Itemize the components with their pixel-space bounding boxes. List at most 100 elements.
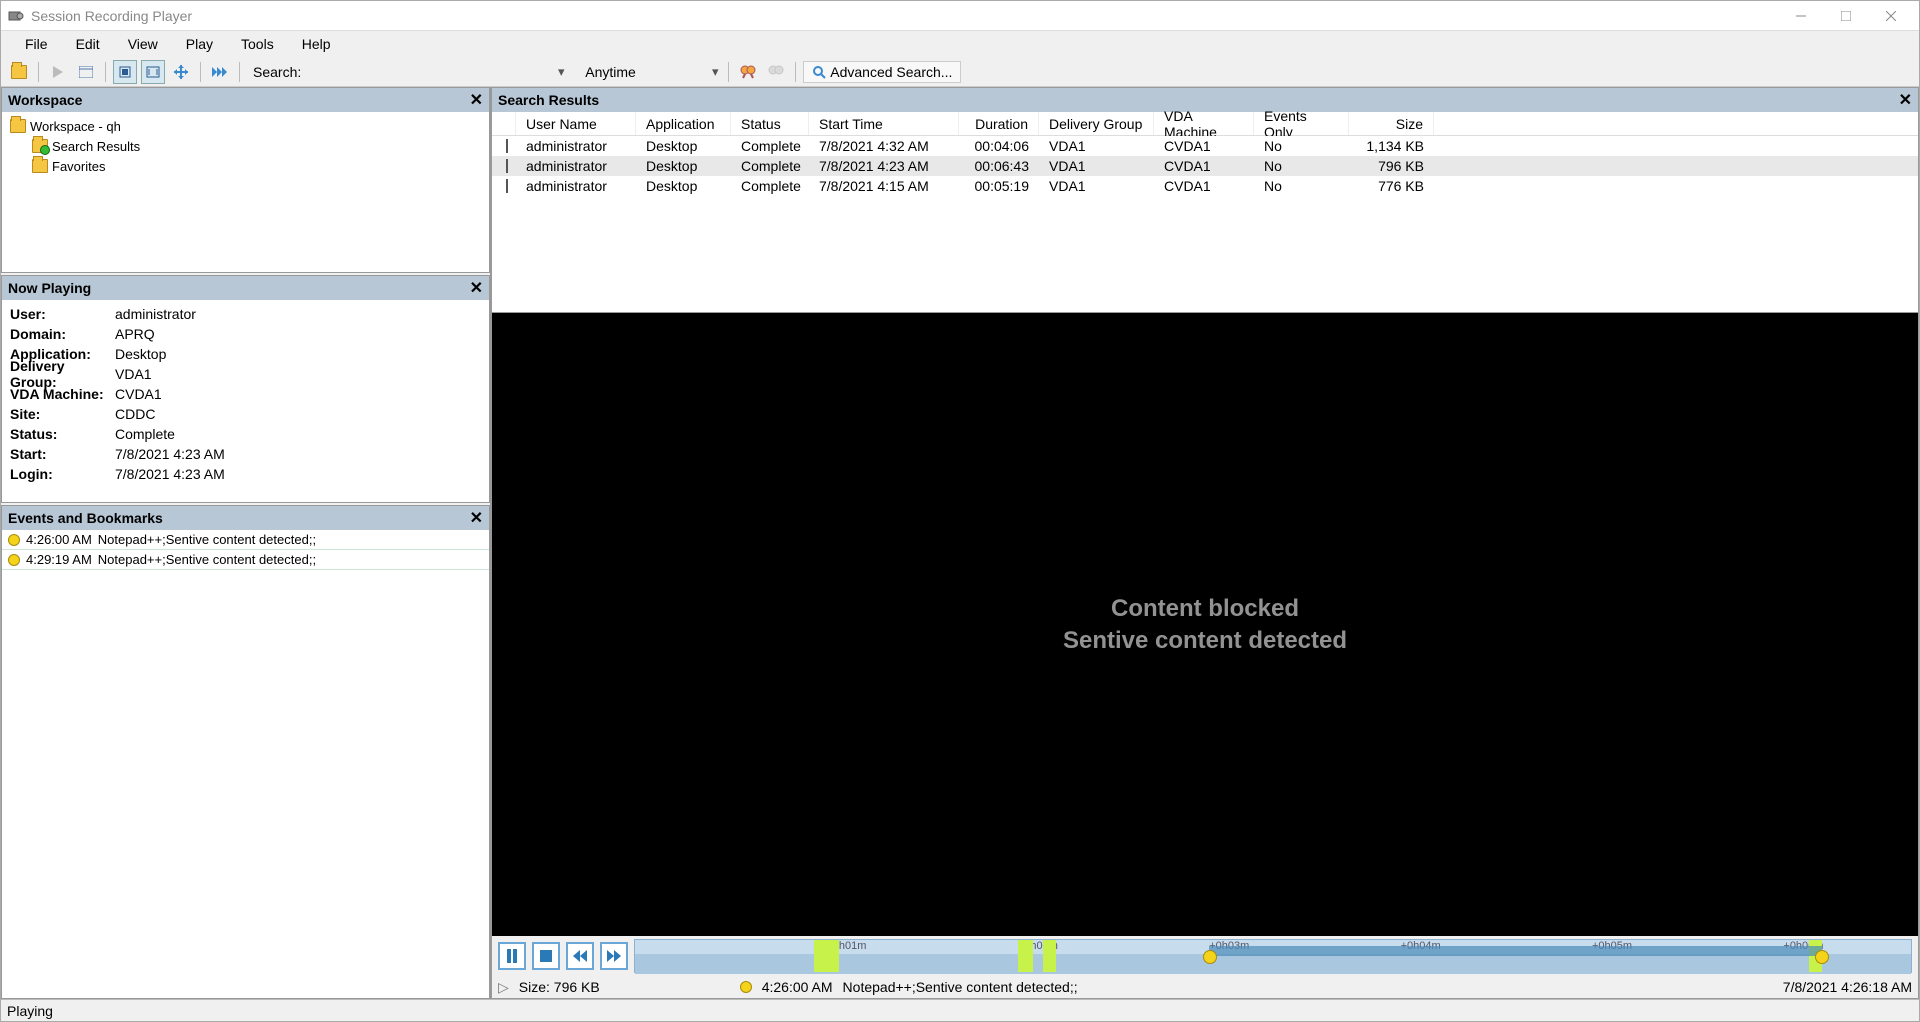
folder-icon	[10, 119, 26, 133]
workspace-title: Workspace	[8, 92, 82, 108]
menu-tools[interactable]: Tools	[227, 32, 288, 56]
event-row[interactable]: 4:29:19 AM Notepad++;Sentive content det…	[2, 550, 489, 570]
results-col-status[interactable]: Status	[731, 112, 809, 135]
playback-info-row: ▷ Size: 796 KB 4:26:00 AM Notepad++;Sent…	[492, 976, 1918, 998]
results-row[interactable]: administrator Desktop Complete 7/8/2021 …	[492, 136, 1918, 156]
np-row-domain: Domain:APRQ	[10, 324, 481, 344]
advanced-search-button[interactable]: Advanced Search...	[803, 61, 961, 83]
search-input[interactable]	[311, 61, 551, 83]
app-icon	[7, 7, 25, 25]
now-playing-body[interactable]: User:administrator Domain:APRQ Applicati…	[2, 300, 489, 502]
toolbar-separator	[105, 62, 106, 82]
stop-button[interactable]	[532, 942, 560, 970]
search-clear-button[interactable]	[764, 60, 788, 84]
timeline-playhead[interactable]	[1203, 950, 1217, 964]
results-col-size[interactable]: Size	[1349, 112, 1434, 135]
video-viewport: Content blocked Sentive content detected	[492, 313, 1918, 936]
search-go-button[interactable]	[736, 60, 760, 84]
results-col-start-time[interactable]: Start Time	[809, 112, 959, 135]
search-label: Search:	[253, 64, 301, 80]
play-button[interactable]	[46, 60, 70, 84]
current-event-time: 4:26:00 AM	[762, 979, 833, 995]
time-filter-dropdown-icon[interactable]: ▾	[709, 64, 721, 80]
blocked-message-line1: Content blocked	[1111, 595, 1299, 623]
np-row-start: Start:7/8/2021 4:23 AM	[10, 444, 481, 464]
recording-icon	[506, 179, 508, 193]
pan-button[interactable]	[169, 60, 193, 84]
skip-forward-button[interactable]	[208, 60, 232, 84]
np-row-site: Site:CDDC	[10, 404, 481, 424]
events-title: Events and Bookmarks	[8, 510, 163, 526]
blocked-message-line2: Sentive content detected	[1063, 627, 1347, 655]
screen-fit-button-2[interactable]	[141, 60, 165, 84]
results-body: administrator Desktop Complete 7/8/2021 …	[492, 136, 1918, 312]
search-results-close-icon[interactable]: ✕	[1899, 90, 1912, 110]
results-col-events-only[interactable]: Events Only	[1254, 112, 1349, 135]
results-row[interactable]: administrator Desktop Complete 7/8/2021 …	[492, 176, 1918, 196]
results-col-vda-machine[interactable]: VDA Machine	[1154, 112, 1254, 135]
folder-search-icon	[32, 139, 48, 153]
pause-button[interactable]	[498, 942, 526, 970]
maximize-button[interactable]	[1823, 2, 1868, 30]
workspace-root-item[interactable]: Workspace - qh	[8, 116, 483, 136]
timeline-event-marker	[814, 940, 840, 972]
results-header-row: User Name Application Status Start Time …	[492, 112, 1918, 136]
rewind-button[interactable]	[566, 942, 594, 970]
toolbar: Search: ▾ Anytime ▾ Advanced Search...	[1, 57, 1919, 87]
toolbar-separator	[728, 62, 729, 82]
menu-edit[interactable]: Edit	[62, 32, 114, 56]
search-results-panel: Search Results ✕ User Name Application S…	[491, 87, 1919, 313]
now-playing-panel: Now Playing ✕ User:administrator Domain:…	[1, 275, 490, 503]
close-button[interactable]	[1868, 2, 1913, 30]
np-row-user: User:administrator	[10, 304, 481, 324]
recording-icon	[506, 159, 508, 173]
results-col-icon	[492, 112, 516, 135]
results-col-delivery-group[interactable]: Delivery Group	[1039, 112, 1154, 135]
workspace-item-search-results[interactable]: Search Results	[8, 136, 483, 156]
open-folder-button[interactable]	[7, 60, 31, 84]
menu-view[interactable]: View	[114, 32, 172, 56]
fast-forward-button[interactable]	[600, 942, 628, 970]
np-row-vda-machine: VDA Machine:CVDA1	[10, 384, 481, 404]
right-column: Search Results ✕ User Name Application S…	[491, 87, 1919, 999]
menubar: File Edit View Play Tools Help	[1, 31, 1919, 57]
menu-help[interactable]: Help	[288, 32, 345, 56]
screen-fit-button-1[interactable]	[113, 60, 137, 84]
event-marker-icon	[8, 534, 20, 546]
results-col-application[interactable]: Application	[636, 112, 731, 135]
np-row-status: Status:Complete	[10, 424, 481, 444]
workspace-item-label: Search Results	[52, 139, 140, 154]
np-row-delivery-group: Delivery Group:VDA1	[10, 364, 481, 384]
search-results-title: Search Results	[498, 92, 599, 108]
now-playing-title: Now Playing	[8, 280, 91, 296]
timeline-blocked-range	[1209, 946, 1821, 956]
timeline-event-marker	[1043, 940, 1056, 972]
left-column: Workspace ✕ Workspace - qh Search Result…	[1, 87, 491, 999]
now-playing-header: Now Playing ✕	[2, 276, 489, 300]
status-text: Playing	[7, 1003, 53, 1019]
menu-play[interactable]: Play	[172, 32, 227, 56]
menu-file[interactable]: File	[11, 32, 62, 56]
events-close-icon[interactable]: ✕	[470, 508, 483, 528]
playback-controls: +0h01m +0h02m +0h03m +0h04m +0h05m +0h06…	[492, 936, 1918, 976]
workspace-close-icon[interactable]: ✕	[470, 90, 483, 110]
results-col-user[interactable]: User Name	[516, 112, 636, 135]
playback-area: Content blocked Sentive content detected…	[491, 313, 1919, 999]
current-event-text: Notepad++;Sentive content detected;;	[843, 979, 1078, 995]
now-playing-close-icon[interactable]: ✕	[470, 278, 483, 298]
time-filter-dropdown[interactable]: Anytime	[585, 61, 705, 83]
minimize-button[interactable]	[1778, 2, 1823, 30]
workspace-tree: Workspace - qh Search Results Favorites	[2, 112, 489, 272]
results-row[interactable]: administrator Desktop Complete 7/8/2021 …	[492, 156, 1918, 176]
toolbar-separator	[239, 62, 240, 82]
advanced-search-icon	[812, 65, 826, 79]
window-layout-button[interactable]	[74, 60, 98, 84]
workspace-item-favorites[interactable]: Favorites	[8, 156, 483, 176]
current-timestamp: 7/8/2021 4:26:18 AM	[1783, 979, 1912, 995]
event-row[interactable]: 4:26:00 AM Notepad++;Sentive content det…	[2, 530, 489, 550]
search-dropdown-icon[interactable]: ▾	[555, 64, 567, 80]
results-col-duration[interactable]: Duration	[959, 112, 1039, 135]
event-marker-icon	[8, 554, 20, 566]
timeline[interactable]: +0h01m +0h02m +0h03m +0h04m +0h05m +0h06…	[634, 939, 1912, 973]
np-row-login: Login:7/8/2021 4:23 AM	[10, 464, 481, 484]
